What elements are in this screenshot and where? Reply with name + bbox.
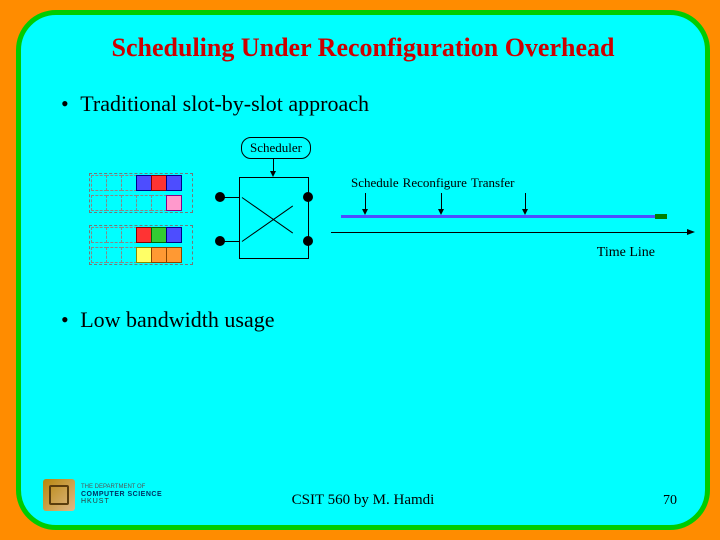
footer-credit: CSIT 560 by M. Hamdi — [21, 492, 705, 509]
arrow-down-icon — [365, 193, 366, 211]
packet-icon — [151, 227, 167, 243]
packet-icon — [151, 175, 167, 191]
bullet-1: Traditional slot-by-slot approach — [61, 91, 675, 117]
timeline-axis-icon — [331, 232, 689, 233]
slide-title: Scheduling Under Reconfiguration Overhea… — [51, 33, 675, 63]
packet-icon — [151, 247, 167, 263]
scheduler-box: Scheduler — [241, 137, 311, 159]
diagram: Scheduler — [71, 137, 675, 297]
scheduler-arrow-icon — [273, 159, 274, 173]
packet-icon — [136, 247, 152, 263]
packet-icon — [136, 227, 152, 243]
arrow-down-icon — [441, 193, 442, 211]
page-number: 70 — [663, 493, 677, 509]
packet-icon — [136, 175, 152, 191]
phase-transfer: Transfer — [471, 175, 515, 191]
timeline-label: Time Line — [597, 245, 655, 261]
crossbar-switch — [239, 177, 309, 259]
queue-row — [91, 195, 181, 213]
packet-icon — [166, 175, 182, 191]
timeline-bar — [341, 215, 661, 218]
bullet-2: Low bandwidth usage — [61, 307, 675, 333]
packet-icon — [166, 195, 182, 211]
packet-icon — [166, 227, 182, 243]
arrow-down-icon — [525, 193, 526, 211]
phase-reconfigure: Reconfigure — [403, 175, 467, 191]
queue-row — [91, 227, 181, 245]
timeline-labels: Schedule Reconfigure Transfer — [351, 175, 515, 191]
wire-icon — [220, 241, 240, 242]
wire-icon — [220, 197, 240, 198]
phase-schedule: Schedule — [351, 175, 399, 191]
queue-row — [91, 247, 181, 265]
queue-row — [91, 175, 181, 193]
timeline-bar-end — [655, 214, 667, 219]
cross-wire-icon — [240, 178, 310, 260]
packet-icon — [166, 247, 182, 263]
input-queues — [91, 175, 181, 267]
slide: Scheduling Under Reconfiguration Overhea… — [16, 10, 710, 530]
